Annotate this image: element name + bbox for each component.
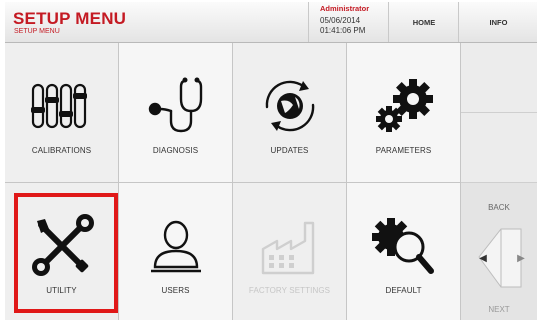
page-title: SETUP MENU	[13, 9, 127, 28]
stethoscope-icon	[148, 77, 203, 133]
side-blank-slot	[461, 113, 537, 183]
breadcrumb: SETUP MENU	[14, 28, 60, 35]
time-text: 01:41:06 PM	[320, 26, 366, 35]
gear-search-icon	[372, 218, 434, 274]
side-blank-slot	[461, 43, 537, 113]
users-tile[interactable]: USERS	[119, 183, 233, 320]
diagnosis-tile[interactable]: DIAGNOSIS	[119, 43, 233, 183]
info-button[interactable]: INFO	[458, 2, 537, 42]
sliders-icon	[31, 83, 87, 129]
tile-label: DIAGNOSIS	[152, 146, 199, 155]
factory-settings-tile[interactable]: FACTORY SETTINGS	[233, 183, 347, 320]
header-bar: SETUP MENU SETUP MENU Administrator 05/0…	[5, 2, 537, 43]
calibrations-tile[interactable]: CALIBRATIONS	[5, 43, 119, 183]
update-globe-icon	[265, 80, 315, 132]
tile-label: USERS	[161, 286, 190, 295]
back-label: BACK	[488, 203, 510, 212]
gears-icon	[376, 79, 433, 132]
parameters-tile[interactable]: PARAMETERS	[347, 43, 461, 183]
next-label: NEXT	[488, 305, 510, 314]
next-arrow-icon[interactable]: ▶	[511, 248, 531, 268]
tile-label: CALIBRATIONS	[31, 146, 92, 155]
updates-tile[interactable]: UPDATES	[233, 43, 347, 183]
tile-label: PARAMETERS	[375, 146, 432, 155]
tile-label: UTILITY	[46, 286, 77, 295]
side-navigation: BACK ◀ ▶ NEXT	[461, 43, 537, 320]
setup-menu-screen: SETUP MENU SETUP MENU Administrator 05/0…	[5, 2, 537, 320]
tile-label: FACTORY SETTINGS	[248, 286, 331, 295]
default-tile[interactable]: DEFAULT	[347, 183, 461, 320]
tile-label: UPDATES	[270, 146, 309, 155]
utility-tile[interactable]: UTILITY	[5, 183, 119, 320]
back-arrow-icon[interactable]: ◀	[473, 248, 493, 268]
date-text: 05/06/2014	[320, 16, 361, 25]
home-button[interactable]: HOME	[388, 2, 459, 42]
tools-icon	[32, 214, 94, 276]
tile-label: DEFAULT	[385, 286, 422, 295]
user-icon	[151, 220, 201, 273]
user-info: Administrator 05/06/2014 01:41:06 PM	[308, 2, 389, 42]
factory-icon	[261, 221, 315, 275]
user-name: Administrator	[320, 4, 370, 13]
